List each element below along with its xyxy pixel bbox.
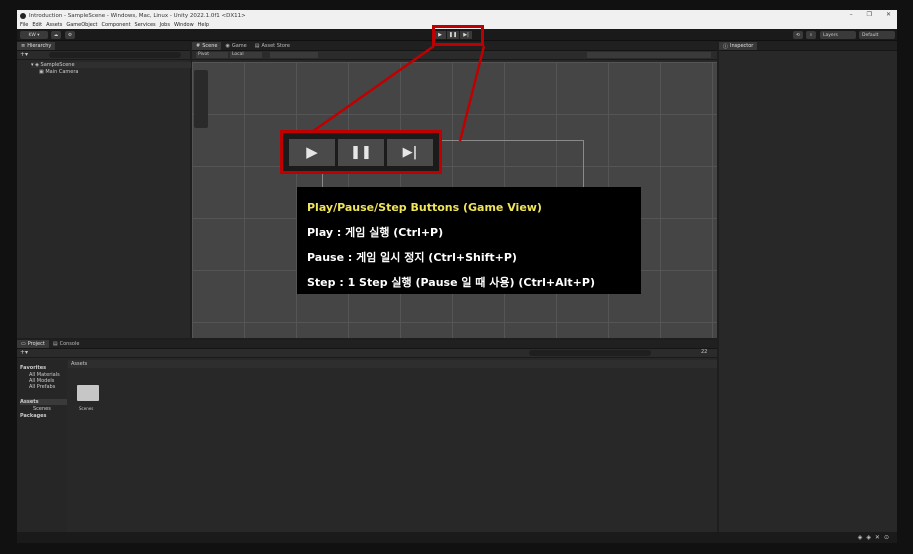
zoomed-pause-button: ❚❚ — [338, 138, 384, 166]
step-icon: ▶| — [402, 144, 418, 160]
zoomed-play-button: ▶ — [289, 138, 335, 166]
play-controls-highlight — [432, 25, 484, 46]
callout-line-right — [458, 45, 486, 142]
pause-icon: ❚❚ — [350, 144, 372, 160]
annotation-pause: Pause : 게임 일시 정지 (Ctrl+Shift+P) — [307, 251, 517, 264]
annotation-step: Step : 1 Step 실행 (Pause 일 때 사용) (Ctrl+Al… — [307, 276, 595, 289]
play-icon: ▶ — [306, 143, 318, 161]
zoomed-step-button: ▶| — [387, 138, 433, 166]
annotation-play: Play : 게임 실행 (Ctrl+P) — [307, 226, 444, 239]
zoomed-play-controls: ▶ ❚❚ ▶| — [280, 130, 442, 174]
annotation-heading: Play/Pause/Step Buttons (Game View) — [307, 201, 542, 214]
callout-line-left — [298, 44, 435, 143]
annotation-box: Play/Pause/Step Buttons (Game View) Play… — [297, 187, 641, 294]
